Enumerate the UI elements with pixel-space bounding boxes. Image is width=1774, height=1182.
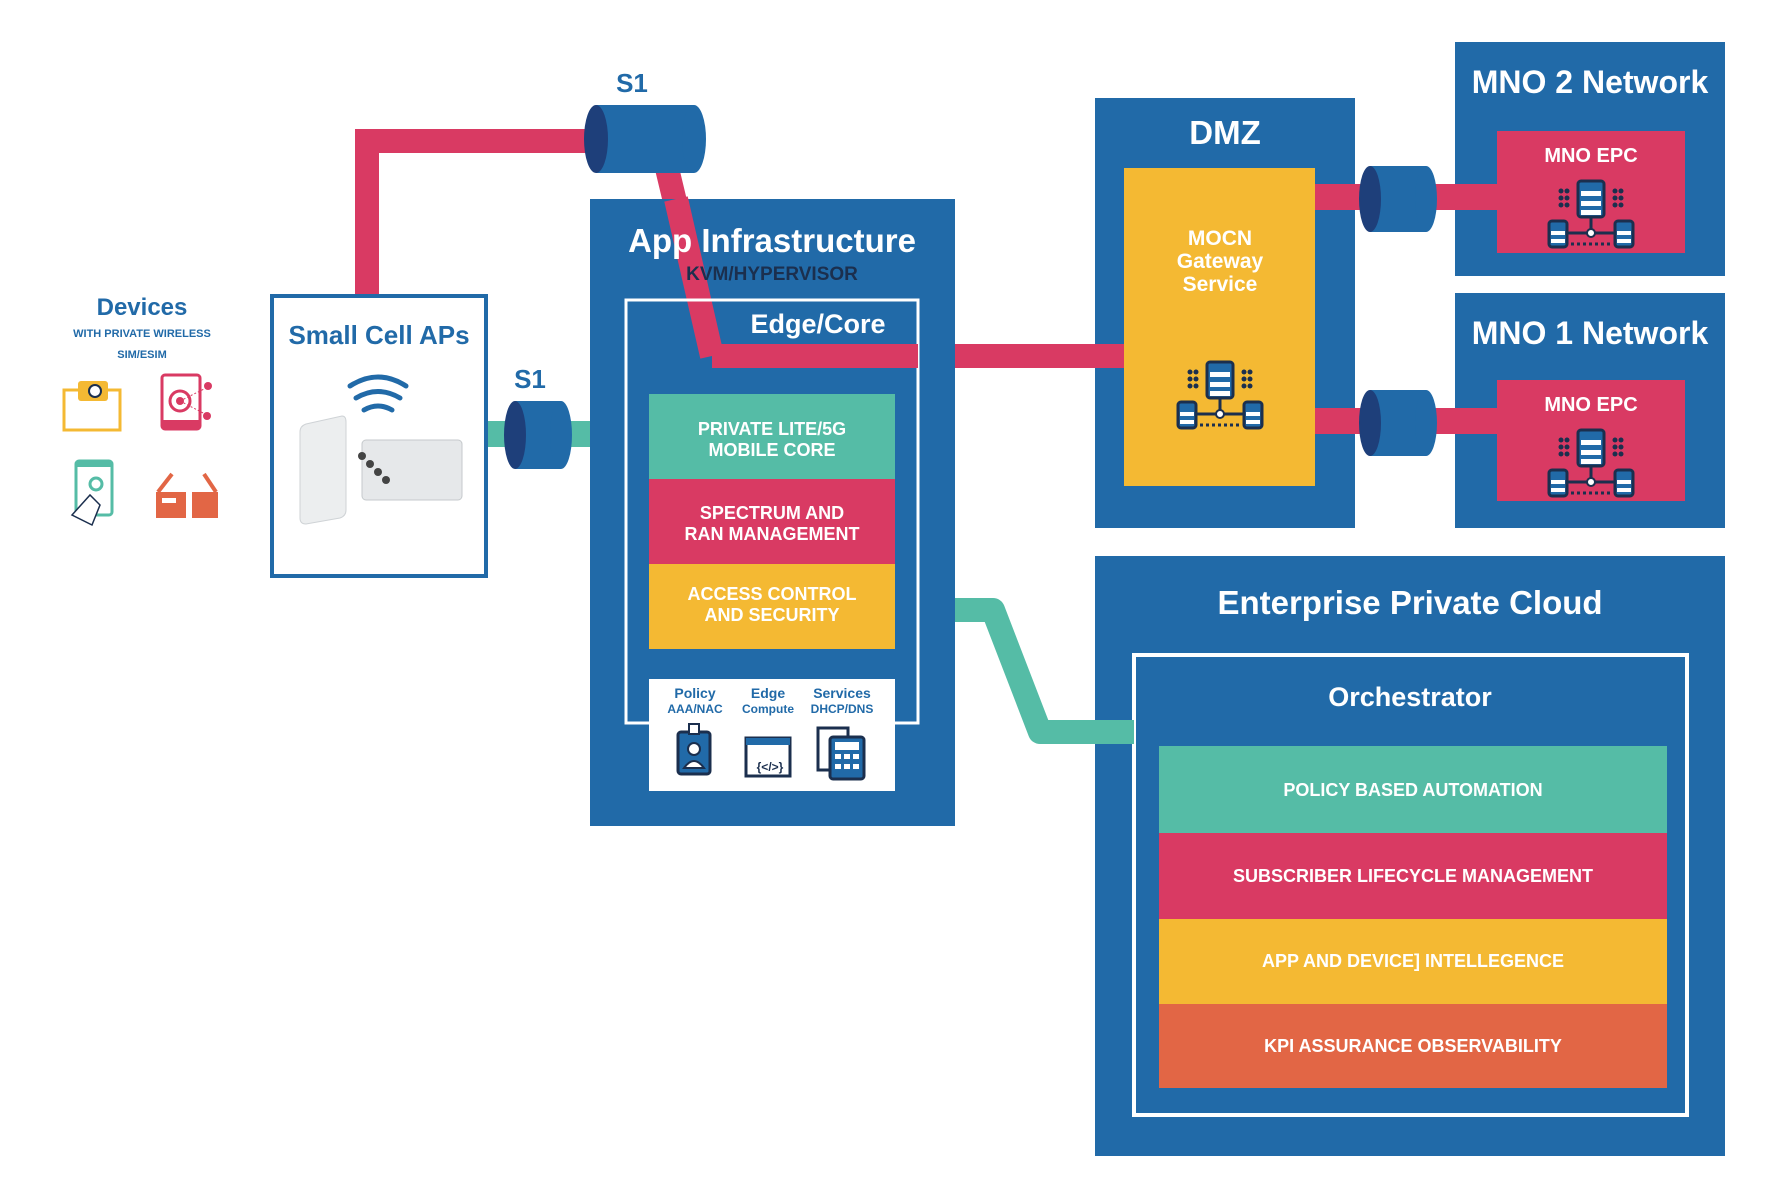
service-edge-title: Edge — [751, 685, 785, 701]
layer-spectrum-line2: RAN MANAGEMENT — [685, 524, 860, 544]
dmz-mno2-link — [1359, 166, 1437, 232]
layer-policy-automation: POLICY BASED AUTOMATION — [1159, 746, 1667, 833]
dmz-panel: DMZ MOCN Gateway Service — [1095, 98, 1355, 528]
s1-top-label: S1 — [616, 68, 648, 98]
code-window-icon: {</>} — [744, 736, 792, 778]
dmz-mno1-link — [1359, 390, 1437, 456]
edge-core-title: Edge/Core — [750, 309, 885, 339]
s1-top-link: S1 — [584, 68, 706, 173]
devices-title: Devices — [97, 294, 188, 321]
mno2-title: MNO 2 Network — [1472, 64, 1709, 100]
mno1-epc-label: MNO EPC — [1544, 394, 1637, 416]
edge-services-box: Policy AAA/NAC Edge Compute Services DHC… — [649, 679, 895, 791]
phone-target-icon — [160, 373, 212, 431]
layer-access-line1: ACCESS CONTROL — [687, 584, 856, 604]
gateway-line2: Gateway — [1177, 250, 1264, 273]
touch-tablet-icon — [70, 459, 114, 527]
gateway-line3: Service — [1183, 273, 1258, 296]
mno2-network-panel: MNO 2 Network MNO EPC — [1455, 42, 1725, 276]
orchestrator-title: Orchestrator — [1328, 682, 1492, 712]
service-edge-sub: Compute — [742, 702, 794, 716]
layer-spectrum-ran: SPECTRUM AND RAN MANAGEMENT — [649, 479, 895, 564]
service-policy-sub: AAA/NAC — [667, 702, 723, 716]
layer-policy-automation-label: POLICY BASED AUTOMATION — [1283, 780, 1542, 800]
service-dhcp-title: Services — [813, 685, 871, 701]
mno2-epc-label: MNO EPC — [1544, 145, 1637, 167]
layer-intelligence-label: APP AND DEVICE] INTELLEGENCE — [1262, 951, 1564, 971]
devices-subtitle-2: SIM/ESIM — [117, 349, 167, 361]
app-infrastructure-panel: App Infrastructure KVM/HYPERVISOR Edge/C… — [590, 196, 955, 826]
small-cell-title: Small Cell APs — [288, 320, 469, 350]
layer-mobile-core-line2: MOBILE CORE — [708, 440, 835, 460]
connector-small-cell-to-s1 — [355, 129, 600, 296]
layer-kpi-label: KPI ASSURANCE OBSERVABILITY — [1264, 1036, 1562, 1056]
network-architecture-diagram: Devices WITH PRIVATE WIRELESS SIM/ESIM S… — [62, 42, 1725, 1156]
small-cell-aps-panel: Small Cell APs — [270, 294, 488, 578]
svg-text:{</>}: {</>} — [757, 760, 784, 774]
gateway-line1: MOCN — [1188, 227, 1252, 250]
layer-subscriber-label: SUBSCRIBER LIFECYCLE MANAGEMENT — [1233, 866, 1593, 886]
app-infra-title: App Infrastructure — [628, 222, 916, 259]
layer-subscriber-lifecycle: SUBSCRIBER LIFECYCLE MANAGEMENT — [1159, 833, 1667, 919]
id-badge-icon — [676, 723, 712, 776]
smart-glasses-icon — [156, 472, 218, 518]
vr-headset-icon — [62, 381, 122, 432]
service-policy-title: Policy — [674, 685, 715, 701]
layer-app-device-intelligence: APP AND DEVICE] INTELLEGENCE — [1159, 919, 1667, 1004]
app-infra-subtitle: KVM/HYPERVISOR — [686, 264, 858, 285]
calculator-icon — [816, 726, 866, 781]
layer-access-control: ACCESS CONTROL AND SECURITY — [649, 564, 895, 649]
layer-mobile-core: PRIVATE LITE/5G MOBILE CORE — [649, 394, 895, 479]
mno1-title: MNO 1 Network — [1472, 315, 1709, 351]
mno1-network-panel: MNO 1 Network MNO EPC — [1455, 293, 1725, 528]
layer-mobile-core-line1: PRIVATE LITE/5G — [698, 419, 846, 439]
dmz-title: DMZ — [1189, 114, 1260, 151]
service-dhcp-sub: DHCP/DNS — [811, 702, 874, 716]
layer-spectrum-line1: SPECTRUM AND — [700, 503, 844, 523]
enterprise-private-cloud-panel: Enterprise Private Cloud Orchestrator PO… — [1095, 556, 1725, 1156]
enterprise-title: Enterprise Private Cloud — [1217, 584, 1602, 621]
devices-subtitle: WITH PRIVATE WIRELESS — [73, 328, 211, 340]
s1-mid-link: S1 — [504, 364, 572, 469]
s1-mid-label: S1 — [514, 364, 546, 394]
layer-kpi-assurance: KPI ASSURANCE OBSERVABILITY — [1159, 1004, 1667, 1088]
devices-panel: Devices WITH PRIVATE WIRELESS SIM/ESIM — [62, 294, 218, 527]
mocn-gateway-service: MOCN Gateway Service — [1124, 168, 1315, 486]
layer-access-line2: AND SECURITY — [704, 605, 839, 625]
